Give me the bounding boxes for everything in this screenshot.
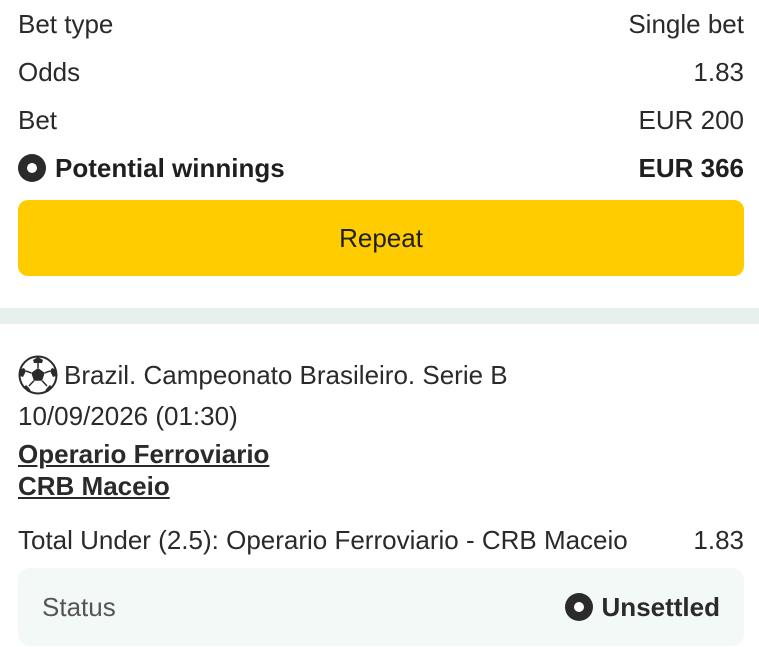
bet-type-row: Bet type Single bet: [18, 0, 744, 48]
selection-odds: 1.83: [693, 524, 744, 555]
league-name: Brazil. Campeonato Brasileiro. Serie B: [64, 359, 508, 390]
odds-row: Odds 1.83: [18, 48, 744, 96]
radio-dot-icon: [564, 593, 593, 621]
bet-summary: Bet type Single bet Odds 1.83 Bet EUR 20…: [18, 0, 744, 192]
status-label: Status: [42, 591, 116, 622]
potential-winnings-label: Potential winnings: [55, 152, 285, 183]
bet-type-label: Bet type: [18, 8, 114, 39]
bet-value: EUR 200: [638, 104, 745, 135]
away-team-link[interactable]: CRB Maceio: [18, 470, 744, 502]
soccer-ball-icon: [18, 355, 58, 395]
repeat-button[interactable]: Repeat: [18, 200, 744, 276]
home-team-link[interactable]: Operario Ferroviario: [18, 438, 744, 470]
section-divider: [0, 308, 759, 324]
bet-type-value: Single bet: [628, 8, 744, 39]
odds-value: 1.83: [693, 56, 744, 87]
event-details: Brazil. Campeonato Brasileiro. Serie B 1…: [18, 352, 744, 562]
event-datetime: 10/09/2026 (01:30): [18, 401, 238, 431]
selection-row: Total Under (2.5): Operario Ferroviario …: [18, 518, 744, 562]
odds-label: Odds: [18, 56, 81, 87]
potential-winnings-row: Potential winnings EUR 366: [18, 144, 744, 192]
potential-winnings-value: EUR 366: [638, 152, 745, 183]
potential-winnings-label-wrap: Potential winnings: [18, 153, 285, 184]
status-value: Unsettled: [601, 591, 720, 622]
status-value-wrap: Unsettled: [564, 591, 720, 623]
selection-description: Total Under (2.5): Operario Ferroviario …: [18, 524, 628, 555]
radio-dot-icon: [18, 154, 46, 182]
status-panel: Status Unsettled: [18, 568, 744, 646]
league-row: Brazil. Campeonato Brasileiro. Serie B: [18, 352, 744, 398]
bet-label: Bet: [18, 104, 58, 135]
bet-row: Bet EUR 200: [18, 96, 744, 144]
